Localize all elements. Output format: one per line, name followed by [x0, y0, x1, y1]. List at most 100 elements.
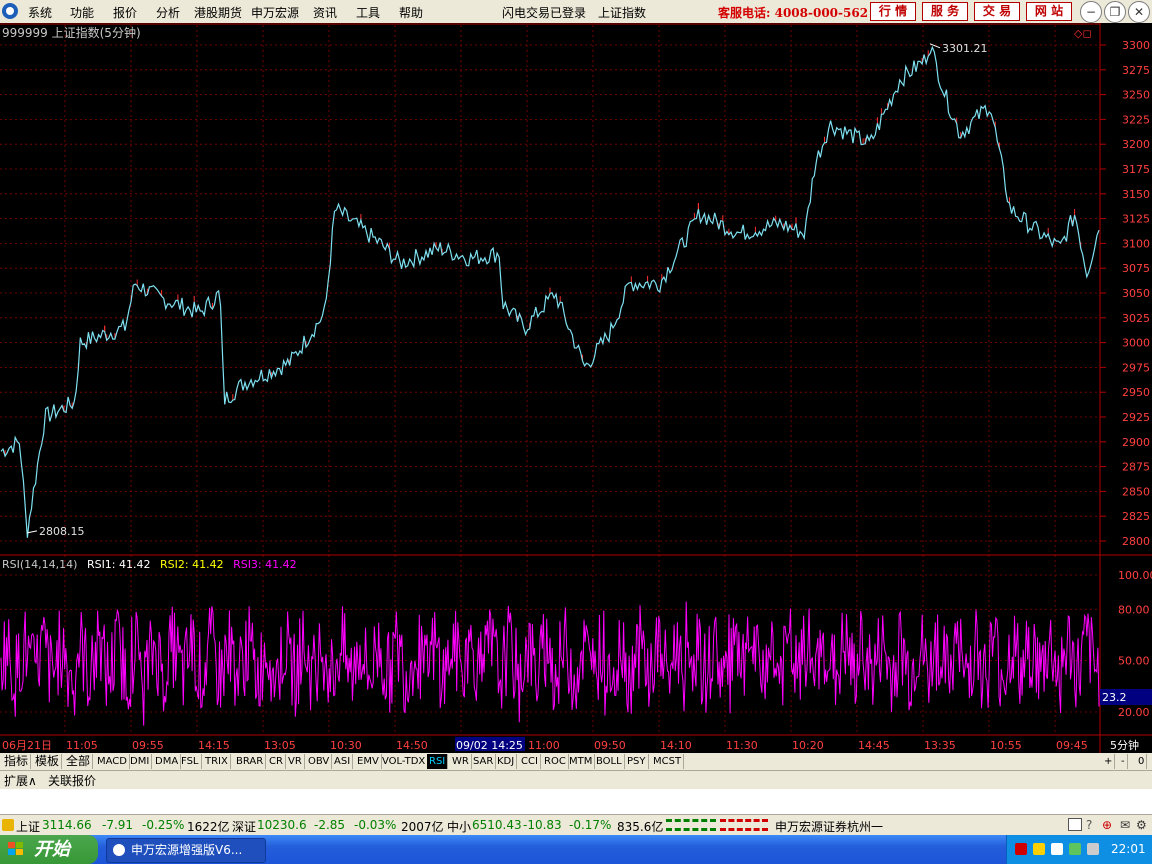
tab-template[interactable]: 模板 [33, 754, 63, 769]
menu-tools[interactable]: 工具 [356, 4, 380, 21]
tab-rsi[interactable]: RSI [427, 754, 449, 769]
price-tick-label: 3150 [1122, 188, 1150, 201]
tab-macd[interactable]: MACD [95, 754, 130, 769]
market-button[interactable]: 行 情 [870, 2, 916, 21]
tab-trix[interactable]: TRIX [203, 754, 231, 769]
tab-mtm[interactable]: MTM [567, 754, 596, 769]
app-logo-icon[interactable] [2, 3, 18, 19]
tab-kdj[interactable]: KDJ [495, 754, 518, 769]
security-icon[interactable] [1069, 843, 1081, 855]
menu-hk-futures[interactable]: 港股期货 [194, 4, 242, 21]
window-icon[interactable] [1068, 818, 1082, 831]
sz-change: -2.85 [314, 818, 346, 832]
network-icon[interactable] [1051, 843, 1063, 855]
rsi-name: RSI(14,14,14) [2, 558, 77, 571]
price-tick-label: 2975 [1122, 361, 1150, 374]
tab-vr[interactable]: VR [286, 754, 305, 769]
tab-psy[interactable]: PSY [625, 754, 649, 769]
clock: 22:01 [1111, 842, 1146, 856]
rsi-tick-label: 100.00 [1118, 569, 1152, 582]
service-button[interactable]: 服 务 [922, 2, 968, 21]
gear-icon[interactable]: ⚙ [1136, 818, 1147, 832]
reset-button[interactable]: 0 [1136, 754, 1148, 769]
tab-vol-tdx[interactable]: VOL-TDX [380, 754, 429, 769]
tab-boll[interactable]: BOLL [594, 754, 625, 769]
time-axis-label: 11:00 [528, 739, 560, 752]
time-axis-label: 09/02 14:25 [456, 739, 523, 752]
time-axis-label: 10:55 [990, 739, 1022, 752]
time-axis-label: 10:20 [792, 739, 824, 752]
tab-obv[interactable]: OBV [306, 754, 333, 769]
time-axis-label: 14:10 [660, 739, 692, 752]
system-tray: 22:01 [1006, 835, 1152, 864]
website-button[interactable]: 网 站 [1026, 2, 1072, 21]
tab-cci[interactable]: CCI [519, 754, 541, 769]
menu-quote[interactable]: 报价 [113, 4, 137, 21]
menu-analysis[interactable]: 分析 [156, 4, 180, 21]
menu-function[interactable]: 功能 [70, 4, 94, 21]
zx-change: -10.83 [523, 818, 562, 832]
tab-mcst[interactable]: MCST [651, 754, 685, 769]
zoom-out-button[interactable]: - [1119, 754, 1128, 769]
period-label[interactable]: 5分钟 [1110, 738, 1139, 752]
tab-asi[interactable]: ASI [332, 754, 354, 769]
market-breadth-red [720, 819, 768, 831]
time-axis-label: 09:55 [132, 739, 164, 752]
tab-wr[interactable]: WR [450, 754, 472, 769]
tab-sar[interactable]: SAR [471, 754, 497, 769]
price-tick-label: 3225 [1122, 113, 1150, 126]
tab-dma[interactable]: DMA [153, 754, 182, 769]
mail-icon[interactable]: ✉ [1120, 818, 1130, 832]
tab-fsl[interactable]: FSL [179, 754, 202, 769]
tab-dmi[interactable]: DMI [128, 754, 153, 769]
time-axis-label: 13:05 [264, 739, 296, 752]
rsi1-value: RSI1: 41.42 [87, 558, 151, 571]
zoom-in-button[interactable]: + [1102, 754, 1116, 769]
help-icon[interactable]: ? [1086, 818, 1092, 832]
time-axis-label: 10:30 [330, 739, 362, 752]
close-icon[interactable]: ✕ [1128, 1, 1150, 23]
price-tick-label: 2825 [1122, 510, 1150, 523]
low-label: 2808.15 [39, 525, 85, 538]
price-tick-label: 3075 [1122, 262, 1150, 275]
price-tick-label: 3025 [1122, 312, 1150, 325]
price-tick-label: 3300 [1122, 39, 1150, 52]
tab-emv[interactable]: EMV [355, 754, 382, 769]
taskbar-app-item[interactable]: 申万宏源增强版V6... [106, 838, 266, 863]
chart-corner-icon[interactable]: ◇◻ [1074, 27, 1092, 40]
menu-swhy[interactable]: 申万宏源 [251, 4, 299, 21]
expand-button[interactable]: 扩展∧ [4, 772, 37, 789]
restore-icon[interactable]: ❐ [1104, 1, 1126, 23]
tab-all[interactable]: 全部 [64, 754, 94, 769]
quote-icon[interactable] [2, 819, 14, 831]
input-method-icon[interactable] [1087, 843, 1099, 855]
price-tick-label: 2800 [1122, 535, 1150, 548]
trade-button[interactable]: 交 易 [974, 2, 1020, 21]
menu-help[interactable]: 帮助 [399, 4, 423, 21]
price-tick-label: 3125 [1122, 213, 1150, 226]
rsi2-value: RSI2: 41.42 [160, 558, 224, 571]
extension-row: 扩展∧ 关联报价 [0, 770, 1152, 789]
tab-cr[interactable]: CR [267, 754, 286, 769]
volume-icon[interactable] [1033, 843, 1045, 855]
price-tick-label: 2950 [1122, 386, 1150, 399]
menu-bar: 系统 功能 报价 分析 港股期货 申万宏源 资讯 工具 帮助 闪电交易已登录 上… [0, 0, 1152, 24]
sh-percent: -0.25% [142, 818, 185, 832]
tab-indicator[interactable]: 指标 [2, 754, 32, 769]
menu-system[interactable]: 系统 [28, 4, 52, 21]
minimize-icon[interactable]: − [1080, 1, 1102, 23]
start-button[interactable]: 开始 [0, 835, 98, 864]
tab-roc[interactable]: ROC [542, 754, 569, 769]
linked-quote-tab[interactable]: 关联报价 [48, 772, 96, 789]
taskbar-app-label: 申万宏源增强版V6... [131, 843, 243, 857]
menu-info[interactable]: 资讯 [313, 4, 337, 21]
time-axis-label: 11:30 [726, 739, 758, 752]
time-axis-label: 14:50 [396, 739, 428, 752]
tray-app-icon[interactable] [1015, 843, 1027, 855]
sh-amount: 1622亿 [187, 820, 230, 834]
signal-icon[interactable]: ⊕ [1102, 818, 1112, 832]
rsi-tick-label: 50.00 [1118, 655, 1150, 668]
trade-login-status: 闪电交易已登录 [502, 6, 587, 20]
kline-chart[interactable]: 999999 上证指数(5分钟) ◇◻ 3300 3275 3250 3225 3200… [0, 23, 1152, 753]
tab-brar[interactable]: BRAR [234, 754, 267, 769]
